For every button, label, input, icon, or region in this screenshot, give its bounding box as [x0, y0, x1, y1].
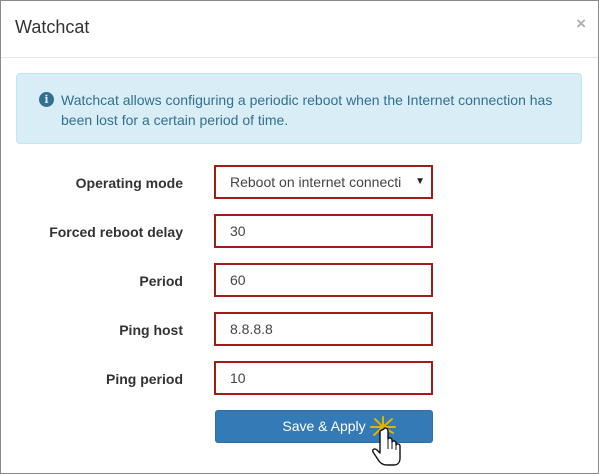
dialog-header: Watchcat × — [1, 1, 598, 58]
dialog-title: Watchcat — [15, 17, 90, 37]
watchcat-dialog: Watchcat × i Watchcat allows configuring… — [0, 0, 599, 474]
ping-period-input[interactable] — [214, 361, 433, 395]
ping-host-input[interactable] — [214, 312, 433, 346]
hand-cursor-icon — [370, 416, 401, 466]
forced-reboot-delay-input[interactable] — [214, 214, 433, 248]
ping-host-label: Ping host — [119, 322, 183, 338]
period-input[interactable] — [214, 263, 433, 297]
chevron-down-icon: ▼ — [415, 176, 425, 187]
operating-mode-label: Operating mode — [75, 175, 183, 191]
operating-mode-select[interactable]: Reboot on internet connecti ▼ — [214, 165, 433, 199]
forced-reboot-delay-label: Forced reboot delay — [49, 224, 183, 240]
close-icon[interactable]: × — [576, 15, 586, 32]
info-alert: i Watchcat allows configuring a periodic… — [16, 73, 582, 144]
operating-mode-value: Reboot on internet connecti — [230, 174, 402, 190]
ping-period-label: Ping period — [106, 371, 183, 387]
info-circle-icon: i — [39, 92, 54, 107]
info-alert-text: Watchcat allows configuring a periodic r… — [61, 92, 553, 128]
period-label: Period — [139, 273, 183, 289]
